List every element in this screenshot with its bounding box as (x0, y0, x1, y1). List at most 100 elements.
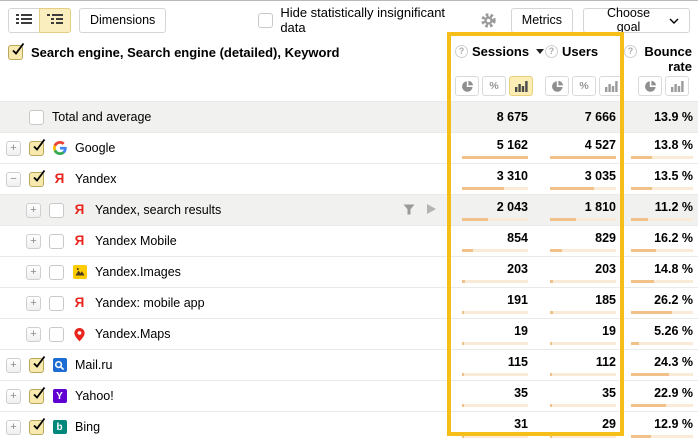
bounce-cell: 14.8 % (624, 257, 698, 287)
sessions-bars-button[interactable] (509, 76, 533, 96)
bing-favicon: b (52, 420, 67, 435)
expand-button[interactable]: + (6, 389, 21, 404)
row-checkbox[interactable] (49, 203, 64, 218)
flat-view-icon (16, 13, 32, 28)
sessions-column-label[interactable]: Sessions (472, 44, 529, 59)
row-checkbox[interactable] (49, 327, 64, 342)
row-checkbox[interactable] (49, 234, 64, 249)
expand-button[interactable]: + (6, 358, 21, 373)
row-label[interactable]: Mail.ru (75, 358, 113, 372)
flat-view-button[interactable] (8, 8, 40, 33)
expand-button[interactable]: + (6, 141, 21, 156)
bounce-bars-button[interactable] (665, 76, 689, 96)
users-bar (550, 249, 616, 252)
table-row: + Y Yahoo! 35 35 22.9 % (0, 380, 698, 411)
users-bar (550, 373, 616, 376)
row-label[interactable]: Total and average (52, 110, 151, 124)
expand-button[interactable]: + (26, 265, 41, 280)
users-value: 7 666 (585, 110, 624, 125)
bounce-column-label[interactable]: Bounce rate (641, 44, 692, 74)
sessions-value: 8 675 (497, 110, 536, 125)
sessions-pie-button[interactable] (455, 76, 479, 96)
view-toggle-group (8, 8, 71, 33)
row-label[interactable]: Bing (75, 420, 100, 434)
users-value: 829 (595, 231, 624, 246)
expand-button[interactable]: + (26, 234, 41, 249)
table-row: + b Bing 31 29 12.9 % (0, 411, 698, 442)
bounce-cell: 13.8 % (624, 133, 698, 163)
column-header-sessions: ? Sessions % (448, 37, 536, 96)
choose-goal-button[interactable]: Choose goal (583, 8, 690, 33)
expand-button[interactable]: + (26, 203, 41, 218)
play-icon[interactable] (426, 203, 437, 218)
table-row: + Google 5 162 4 527 13.8 % (0, 132, 698, 163)
row-checkbox[interactable] (49, 296, 64, 311)
users-pie-button[interactable] (545, 76, 569, 96)
bounce-bar (631, 187, 693, 190)
expand-button[interactable]: − (6, 172, 21, 187)
select-all-checkbox[interactable] (8, 45, 23, 60)
row-label[interactable]: Yandex (75, 172, 116, 186)
row-label[interactable]: Yahoo! (75, 389, 114, 403)
sessions-bar (462, 218, 528, 221)
users-value: 35 (602, 386, 624, 401)
help-icon[interactable]: ? (455, 45, 468, 58)
bounce-bar (631, 249, 693, 252)
sessions-percent-button[interactable]: % (482, 76, 506, 96)
yandex-maps-favicon (72, 327, 87, 342)
metrics-button[interactable]: Metrics (511, 8, 573, 33)
gear-icon[interactable] (480, 12, 497, 29)
users-value: 4 527 (585, 138, 624, 153)
row-checkbox[interactable] (49, 265, 64, 280)
row-checkbox[interactable] (29, 172, 44, 187)
sessions-bar (462, 280, 528, 283)
row-checkbox[interactable] (29, 389, 44, 404)
users-value: 203 (595, 262, 624, 277)
bounce-bar (631, 404, 693, 407)
sessions-value: 3 310 (497, 169, 536, 184)
bounce-bar (631, 156, 693, 159)
users-column-label[interactable]: Users (562, 44, 598, 59)
table-header: Search engine, Search engine (detailed),… (0, 37, 698, 96)
row-label[interactable]: Yandex.Images (95, 265, 181, 279)
row-label-cell: + Y Yahoo! (0, 381, 448, 411)
row-checkbox[interactable] (29, 420, 44, 435)
row-label-cell: Total and average (0, 102, 448, 132)
row-label[interactable]: Google (75, 141, 115, 155)
help-icon[interactable]: ? (624, 45, 637, 58)
users-cell: 35 (536, 381, 624, 411)
bounce-value: 16.2 % (654, 231, 698, 246)
row-checkbox[interactable] (29, 141, 44, 156)
row-label[interactable]: Yandex.Maps (95, 327, 171, 341)
users-bars-button[interactable] (599, 76, 623, 96)
hide-insignificant-control[interactable]: Hide statistically insignificant data (258, 5, 470, 35)
row-checkbox[interactable] (29, 110, 44, 125)
users-cell: 19 (536, 319, 624, 349)
tree-view-button[interactable] (39, 8, 71, 33)
table-row: + Yandex.Maps 19 19 5.26 % (0, 318, 698, 349)
expand-button[interactable]: + (26, 296, 41, 311)
toolbar: Dimensions Hide statistically insignific… (0, 1, 698, 37)
sessions-bar (462, 342, 528, 345)
users-bar (550, 280, 616, 283)
help-icon[interactable]: ? (545, 45, 558, 58)
table-row: + Я Yandex: mobile app 191 185 26.2 % (0, 287, 698, 318)
row-checkbox[interactable] (29, 358, 44, 373)
report-table-body: Total and average 8 675 7 666 13.9 % + G… (0, 101, 698, 442)
hide-insignificant-checkbox[interactable] (258, 13, 273, 28)
row-label[interactable]: Yandex Mobile (95, 234, 177, 248)
sessions-value: 115 (508, 355, 536, 370)
users-cell: 203 (536, 257, 624, 287)
row-label[interactable]: Yandex: mobile app (95, 296, 205, 310)
row-label[interactable]: Yandex, search results (95, 203, 221, 217)
expand-button[interactable]: + (26, 327, 41, 342)
users-percent-button[interactable]: % (572, 76, 596, 96)
sessions-cell: 2 043 (448, 195, 536, 225)
filter-icon[interactable] (403, 203, 415, 218)
users-bar (550, 187, 616, 190)
hide-insignificant-label: Hide statistically insignificant data (280, 5, 470, 35)
dimensions-button[interactable]: Dimensions (79, 8, 166, 33)
users-bar (550, 342, 616, 345)
expand-button[interactable]: + (6, 420, 21, 435)
bounce-pie-button[interactable] (638, 76, 662, 96)
